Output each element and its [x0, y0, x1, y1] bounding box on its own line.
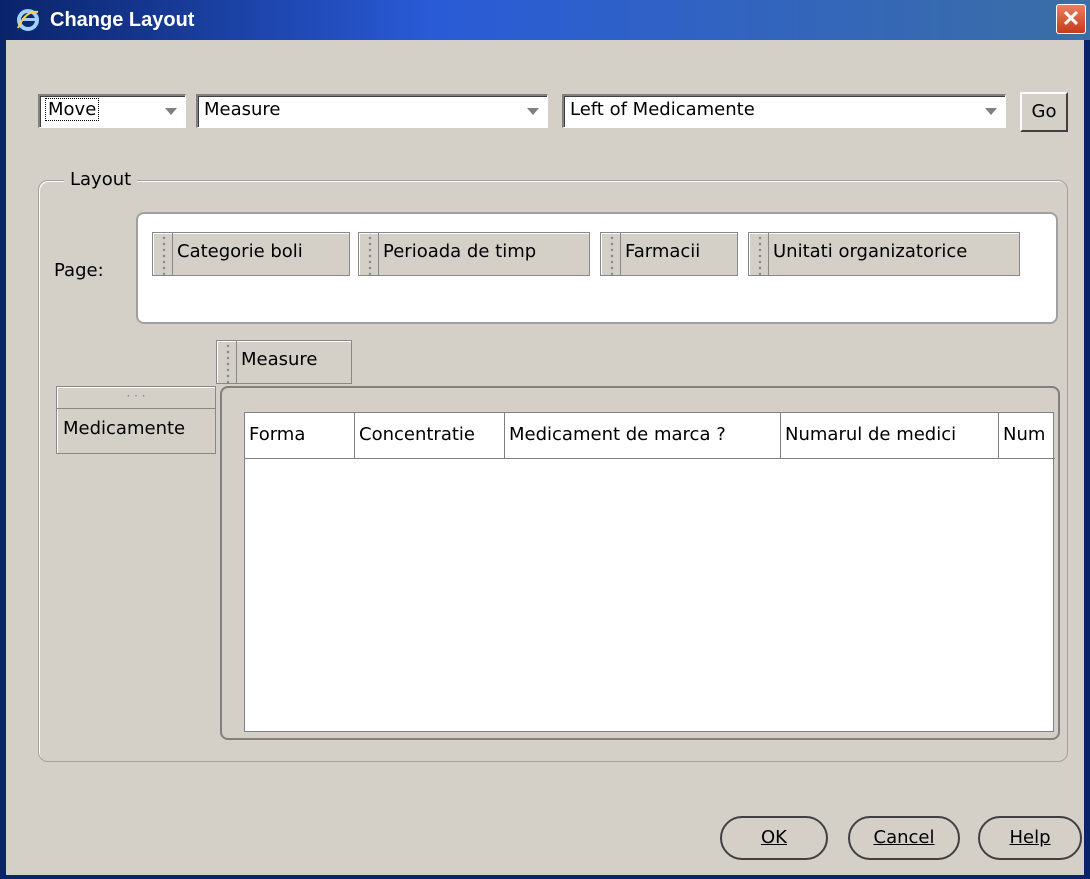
- data-grid[interactable]: Forma Concentratie Medicament de marca ?…: [244, 412, 1055, 732]
- drag-handle-icon[interactable]: [359, 233, 379, 275]
- page-item-farmacii[interactable]: Farmacii: [600, 232, 738, 276]
- ok-button[interactable]: OK: [720, 816, 828, 860]
- chevron-down-icon: [527, 108, 539, 115]
- title-bar[interactable]: Change Layout ✕: [0, 0, 1090, 40]
- column-edge-item-label: Measure: [241, 349, 318, 370]
- column-header-numarul-de-medici[interactable]: Numarul de medici: [781, 413, 999, 459]
- page-item-unitati-organizatorice[interactable]: Unitati organizatorice: [748, 232, 1020, 276]
- page-item-label: Categorie boli: [177, 241, 303, 262]
- close-button[interactable]: ✕: [1056, 4, 1086, 34]
- page-label: Page:: [54, 260, 104, 281]
- page-item-label: Perioada de timp: [383, 241, 537, 262]
- cancel-button[interactable]: Cancel: [848, 816, 960, 860]
- page-item-label: Farmacii: [625, 241, 701, 262]
- column-header-num[interactable]: Num: [999, 413, 1055, 459]
- column-header-medicament-de-marca[interactable]: Medicament de marca ?: [505, 413, 781, 459]
- action-select[interactable]: Move: [38, 94, 186, 128]
- page-item-categorie-boli[interactable]: Categorie boli: [152, 232, 350, 276]
- chevron-down-icon: [985, 108, 997, 115]
- item-select-value: Measure: [204, 99, 281, 120]
- position-select-value: Left of Medicamente: [570, 99, 755, 120]
- close-icon: ✕: [1061, 6, 1081, 31]
- chevron-down-icon: [165, 108, 177, 115]
- help-button-label: Help: [1009, 827, 1051, 848]
- row-edge-item-medicamente[interactable]: · · · Medicamente: [56, 386, 216, 454]
- row-edge-item-label: Medicamente: [63, 418, 186, 439]
- go-button[interactable]: Go: [1020, 92, 1068, 132]
- layout-legend: Layout: [64, 168, 138, 192]
- ok-button-label: OK: [761, 827, 787, 848]
- position-select[interactable]: Left of Medicamente: [562, 94, 1006, 128]
- drag-handle-icon[interactable]: [749, 233, 769, 275]
- page-item-label: Unitati organizatorice: [773, 241, 968, 262]
- column-header-forma[interactable]: Forma: [245, 413, 355, 459]
- cancel-button-label: Cancel: [873, 827, 935, 848]
- page-item-perioada-de-timp[interactable]: Perioada de timp: [358, 232, 590, 276]
- drag-handle-icon[interactable]: [153, 233, 173, 275]
- change-layout-dialog: Change Layout ✕ Move Measure Left of Med…: [0, 0, 1090, 879]
- column-edge-item-measure[interactable]: Measure: [216, 340, 352, 384]
- help-button[interactable]: Help: [978, 816, 1082, 860]
- drag-handle-icon[interactable]: [601, 233, 621, 275]
- drag-handle-icon[interactable]: · · ·: [57, 387, 215, 409]
- column-header-concentratie[interactable]: Concentratie: [355, 413, 505, 459]
- drag-handle-icon[interactable]: [217, 341, 237, 383]
- item-select[interactable]: Measure: [196, 94, 548, 128]
- window-title: Change Layout: [50, 9, 195, 31]
- action-select-value: Move: [44, 98, 100, 121]
- ie-logo-icon: [17, 9, 39, 31]
